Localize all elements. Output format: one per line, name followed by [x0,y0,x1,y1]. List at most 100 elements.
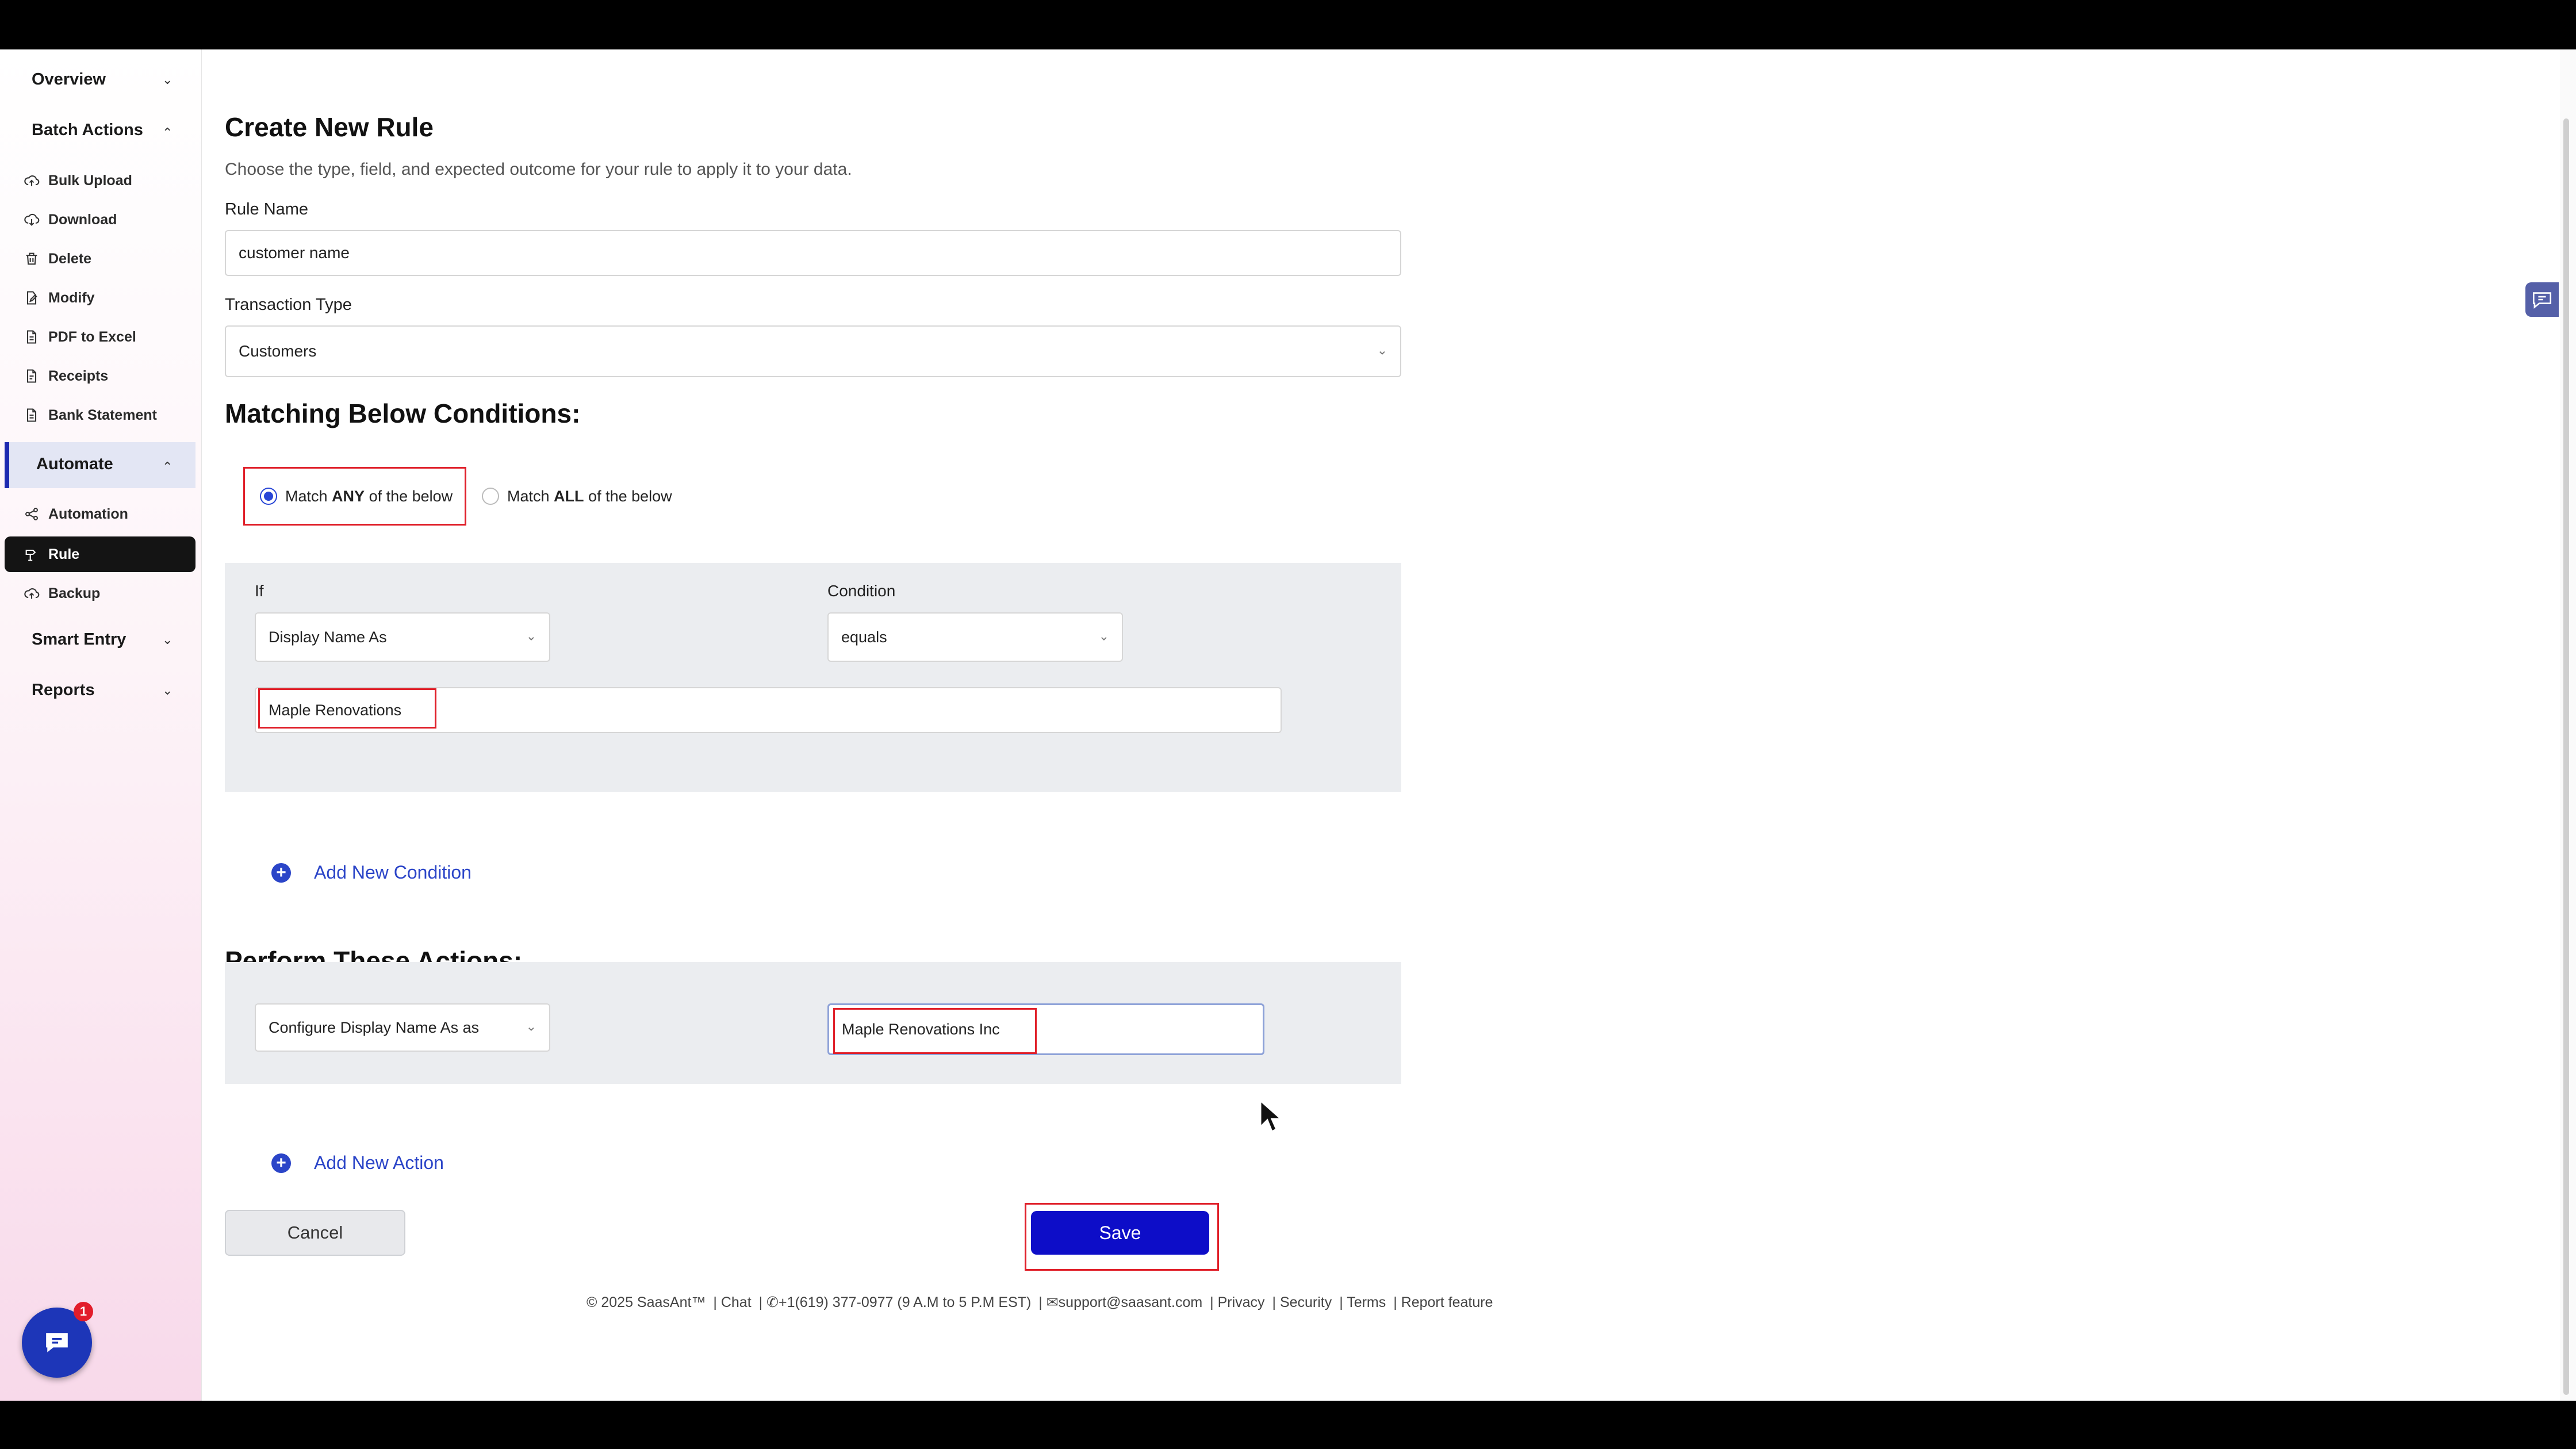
footer-phone: | ✆+1(619) 377-0977 (9 A.M to 5 P.M EST) [758,1294,1032,1310]
sidebar-group-overview[interactable]: Overview [32,70,106,89]
match-any-bold: ANY [332,487,365,505]
chevron-down-icon: ⌄ [1377,343,1387,358]
sidebar-group-reports[interactable]: Reports [32,681,95,700]
sidebar-item-label: Rule [48,546,80,562]
sidebar-item-label: Receipts [48,367,109,384]
bottom-black-bar [0,1401,2576,1449]
match-any-radio[interactable]: Match ANY of the below [260,481,453,512]
sidebar-item-pdf-to-excel[interactable]: PDF to Excel [23,321,136,353]
page-subtitle: Choose the type, field, and expected out… [225,160,852,179]
cloud-upload-icon [23,172,40,189]
add-new-action-link[interactable]: + Add New Action [271,1152,444,1174]
footer-chat-link[interactable]: | Chat [713,1294,751,1310]
condition-panel: If Display Name As ⌄ Condition equals ⌄ … [225,563,1401,792]
sidebar-item-receipts[interactable]: Receipts [23,360,108,392]
top-black-bar [0,0,2576,49]
rule-name-input[interactable]: customer name [225,230,1401,276]
document-icon [23,328,40,346]
cloud-download-icon [23,211,40,228]
chevron-up-icon[interactable]: ⌃ [162,459,172,474]
sidebar: Overview ⌄ Batch Actions ⌃ Bulk Upload D… [0,49,202,1401]
scrollbar-thumb[interactable] [2563,118,2569,1395]
footer-privacy-link[interactable]: | Privacy [1210,1294,1264,1310]
sidebar-item-backup[interactable]: Backup [23,577,100,610]
match-all-bold: ALL [554,487,584,505]
if-field-value: Display Name As [269,628,387,646]
edit-document-icon [23,289,40,306]
chevron-down-icon: ⌄ [1098,628,1109,643]
plus-circle-icon: + [271,1153,291,1173]
sidebar-item-label: Bulk Upload [48,172,132,189]
if-label: If [255,582,264,600]
footer-email-link[interactable]: | ✉support@saasant.com [1038,1294,1202,1310]
cancel-button[interactable]: Cancel [225,1210,405,1256]
match-all-prefix: Match [507,487,550,505]
add-action-label: Add New Action [314,1152,444,1173]
trash-icon [23,250,40,267]
footer: © 2025 SaasAnt™ | Chat | ✆+1(619) 377-09… [586,1294,1496,1311]
if-field-select[interactable]: Display Name As ⌄ [255,612,550,662]
footer-terms-link[interactable]: | Terms [1339,1294,1386,1310]
rule-name-value: customer name [239,244,350,262]
sidebar-item-label: Backup [48,585,101,601]
radio-selected-icon [260,488,277,505]
match-any-suffix: of the below [369,487,453,505]
chevron-down-icon[interactable]: ⌄ [162,72,172,87]
receipt-icon [23,367,40,385]
sidebar-item-bank-statement[interactable]: Bank Statement [23,399,157,431]
transaction-type-value: Customers [239,342,317,360]
sidebar-item-bulk-upload[interactable]: Bulk Upload [23,164,132,197]
sidebar-item-label: Modify [48,289,95,306]
chevron-down-icon[interactable]: ⌄ [162,632,172,647]
match-all-radio[interactable]: Match ALL of the below [482,481,672,512]
sidebar-item-automation[interactable]: Automation [23,498,128,530]
chevron-down-icon: ⌄ [526,628,536,643]
highlight-box [833,1008,1037,1054]
statement-icon [23,407,40,424]
chevron-down-icon[interactable]: ⌄ [162,683,172,698]
page-title: Create New Rule [225,112,434,142]
condition-value: equals [841,628,887,646]
chevron-down-icon: ⌄ [526,1019,536,1034]
add-condition-label: Add New Condition [314,862,471,883]
sidebar-item-label: Bank Statement [48,407,157,423]
highlight-box [258,688,436,729]
sidebar-group-batch-actions[interactable]: Batch Actions [32,121,143,140]
transaction-type-label: Transaction Type [225,296,352,314]
rule-icon [23,546,40,563]
transaction-type-select[interactable]: Customers ⌄ [225,325,1401,377]
footer-report-link[interactable]: | Report feature [1393,1294,1493,1310]
match-all-suffix: of the below [588,487,672,505]
sidebar-item-label: Delete [48,250,92,267]
condition-select[interactable]: equals ⌄ [827,612,1123,662]
mouse-cursor-icon [1259,1098,1283,1137]
conditions-heading: Matching Below Conditions: [225,398,581,428]
sidebar-item-delete[interactable]: Delete [23,243,91,275]
feedback-widget-icon[interactable] [2525,282,2559,317]
footer-copyright: © 2025 SaasAnt™ [586,1294,706,1310]
sidebar-group-automate[interactable]: Automate [36,455,113,474]
share-nodes-icon [23,505,40,523]
rule-name-label: Rule Name [225,200,309,218]
sidebar-item-label: Automation [48,505,128,522]
add-new-condition-link[interactable]: + Add New Condition [271,862,471,883]
sidebar-item-label: PDF to Excel [48,328,136,345]
sidebar-item-download[interactable]: Download [23,204,117,236]
save-button[interactable]: Save [1031,1211,1209,1255]
sidebar-item-label: Download [48,211,117,228]
sidebar-item-rule[interactable]: Rule [23,538,79,570]
radio-unselected-icon [482,488,499,505]
notification-badge: 1 [74,1302,93,1321]
chevron-up-icon[interactable]: ⌃ [162,125,172,140]
action-field-value: Configure Display Name As as [269,1018,480,1036]
footer-security-link[interactable]: | Security [1272,1294,1332,1310]
action-field-select[interactable]: Configure Display Name As as ⌄ [255,1003,550,1052]
action-panel: Configure Display Name As as ⌄ Maple Ren… [225,962,1401,1084]
condition-label: Condition [827,582,896,600]
app-window: Overview ⌄ Batch Actions ⌃ Bulk Upload D… [0,49,2576,1401]
sidebar-group-smart-entry[interactable]: Smart Entry [32,630,126,649]
cloud-backup-icon [23,585,40,602]
chat-bubble-icon [46,1333,68,1352]
plus-circle-icon: + [271,862,291,883]
sidebar-item-modify[interactable]: Modify [23,282,95,314]
